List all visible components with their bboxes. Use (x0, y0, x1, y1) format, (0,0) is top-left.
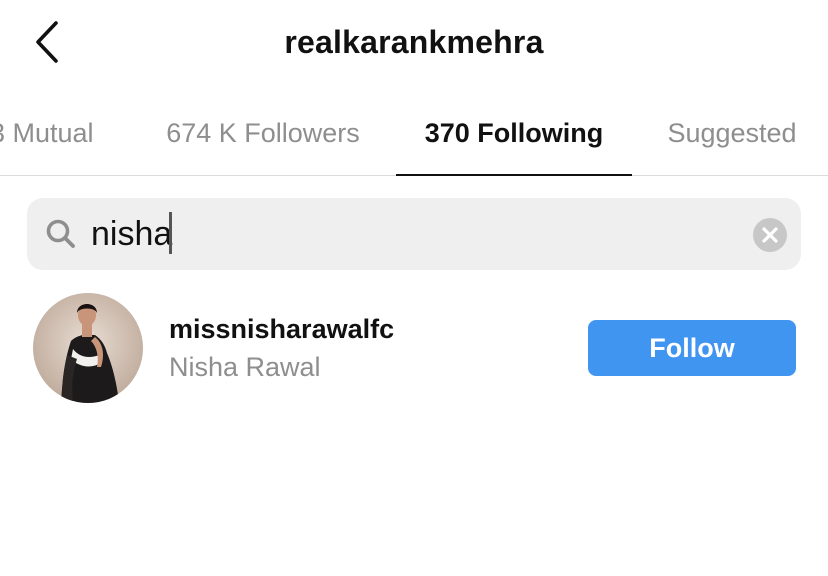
header: realkarankmehra (0, 0, 828, 90)
search-input[interactable] (91, 204, 741, 264)
follow-button[interactable]: Follow (588, 320, 796, 376)
following-screen: realkarankmehra 3 Mutual 674 K Followers… (0, 0, 828, 576)
tab-following[interactable]: 370 Following (396, 95, 632, 176)
search-bar[interactable] (27, 198, 801, 270)
page-title: realkarankmehra (284, 24, 544, 60)
username[interactable]: missnisharawalfc (169, 314, 394, 345)
list-item[interactable]: missnisharawalfc Nisha Rawal Follow (0, 290, 828, 410)
search-icon (46, 219, 75, 248)
avatar[interactable] (33, 293, 143, 403)
tab-mutual[interactable]: 3 Mutual (0, 95, 110, 175)
full-name: Nisha Rawal (169, 352, 321, 382)
tab-followers[interactable]: 674 K Followers (150, 95, 376, 175)
tab-bar: 3 Mutual 674 K Followers 370 Following S… (0, 95, 828, 176)
clear-search-button[interactable] (753, 218, 787, 252)
clear-icon (762, 227, 778, 243)
text-cursor (169, 212, 172, 254)
profile-photo (33, 293, 143, 403)
tab-suggested[interactable]: Suggested (652, 95, 812, 175)
